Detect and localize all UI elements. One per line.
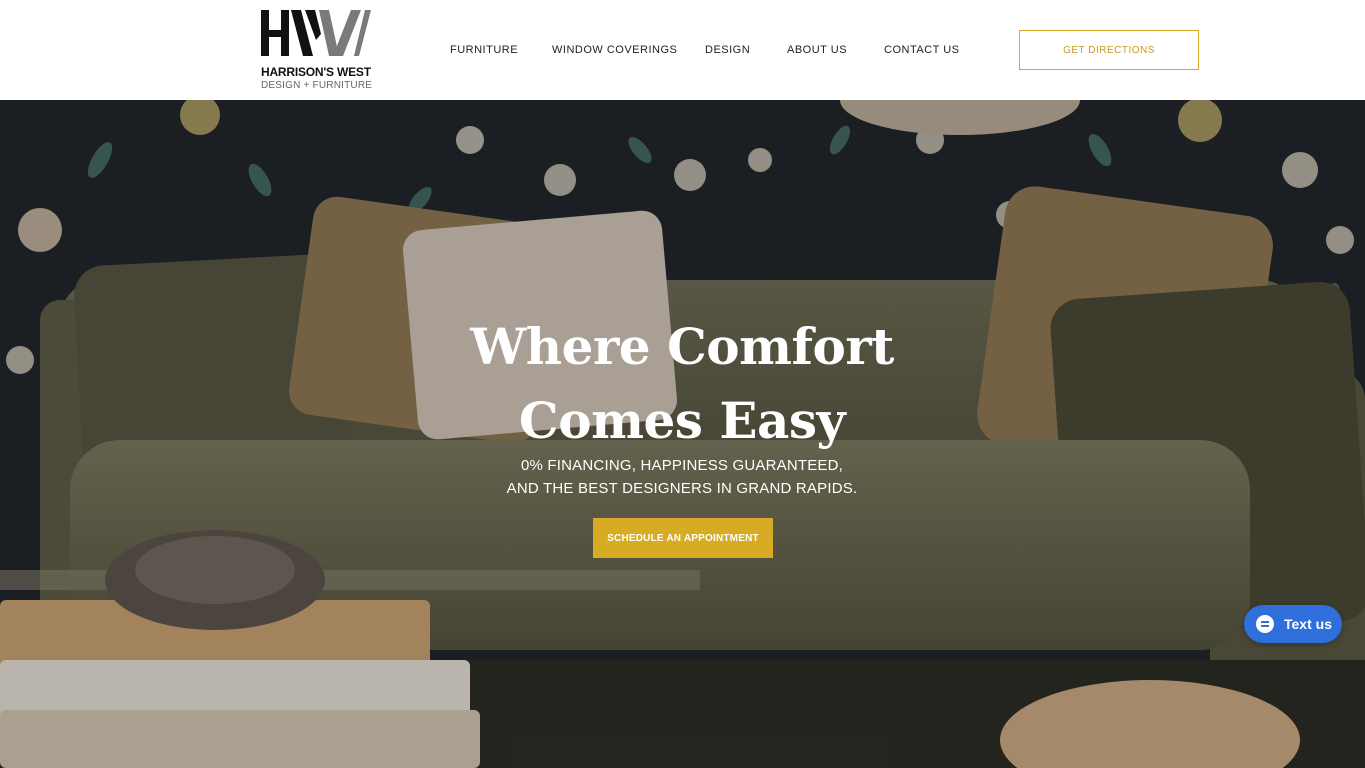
nav-item-window-coverings[interactable]: WINDOW COVERINGS: [552, 44, 677, 56]
text-us-chat-button[interactable]: Text us: [1244, 605, 1342, 643]
hero-subtitle-line-2: AND THE BEST DESIGNERS IN GRAND RAPIDS.: [506, 480, 858, 497]
hero-section: Where Comfort Comes Easy 0% FINANCING, H…: [0, 100, 1365, 768]
get-directions-button[interactable]: GET DIRECTIONS: [1019, 30, 1199, 70]
hw-monogram-icon: [261, 10, 371, 56]
schedule-appointment-button[interactable]: SCHEDULE AN APPOINTMENT: [593, 518, 773, 558]
nav-item-furniture[interactable]: FURNITURE: [450, 44, 518, 56]
text-us-label: Text us: [1284, 616, 1332, 632]
nav-item-about-us[interactable]: ABOUT US: [787, 44, 847, 56]
brand-logo[interactable]: HARRISON'S WEST DESIGN + FURNITURE: [261, 10, 379, 92]
chat-bubble-icon: [1256, 615, 1274, 633]
brand-tagline: DESIGN + FURNITURE: [261, 80, 373, 91]
site-header: HARRISON'S WEST DESIGN + FURNITURE FURNI…: [0, 0, 1365, 100]
nav-item-contact-us[interactable]: CONTACT US: [884, 44, 960, 56]
hero-title: Where Comfort Comes Easy: [382, 310, 982, 458]
hero-title-line-1: Where Comfort: [470, 317, 894, 376]
hero-subtitle-line-1: 0% FINANCING, HAPPINESS GUARANTEED,: [520, 457, 844, 474]
hero-title-line-2: Comes Easy: [518, 391, 846, 450]
brand-name: HARRISON'S WEST: [261, 65, 371, 79]
nav-item-design[interactable]: DESIGN: [705, 44, 750, 56]
hero-subtitle: 0% FINANCING, HAPPINESS GUARANTEED, AND …: [382, 454, 982, 500]
